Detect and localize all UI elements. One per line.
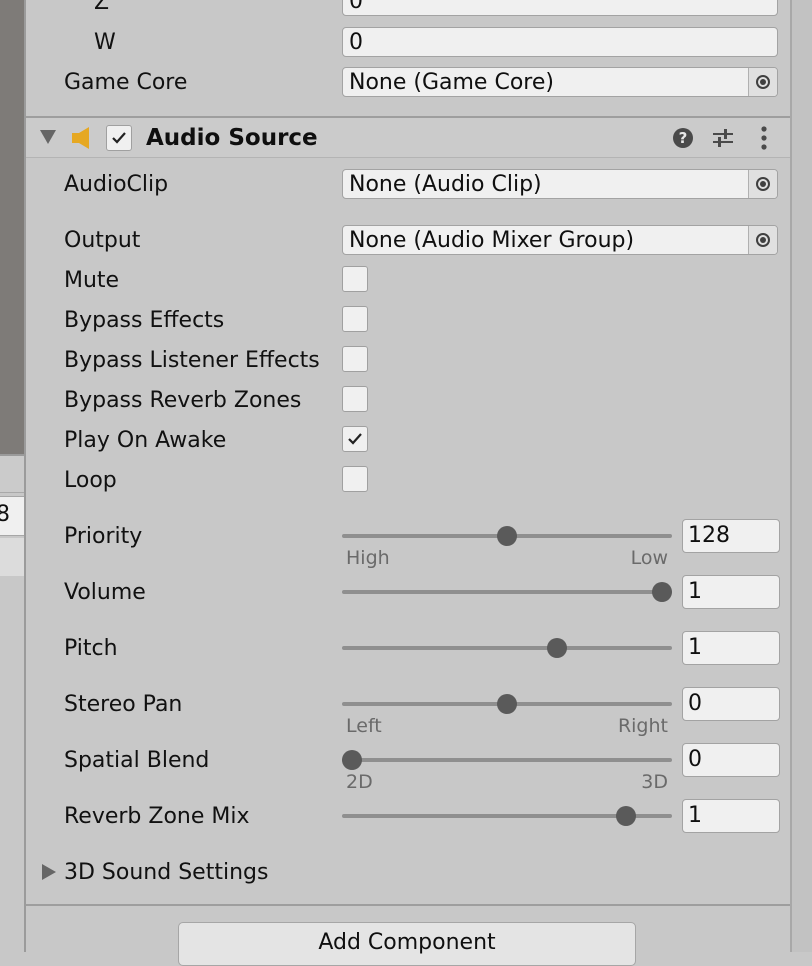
speaker-icon — [70, 125, 96, 155]
game-core-field[interactable]: None (Game Core) — [342, 67, 778, 97]
reverb-zone-mix-input[interactable]: 1 — [682, 799, 780, 833]
sound-settings-foldout[interactable]: 3D Sound Settings — [64, 858, 268, 888]
priority-slider-thumb[interactable] — [497, 526, 517, 546]
spatial-blend-input[interactable]: 0 — [682, 743, 780, 777]
loop-label: Loop — [64, 468, 117, 493]
z-field[interactable]: 0 — [342, 0, 778, 16]
w-field[interactable]: 0 — [342, 27, 778, 57]
play-on-awake-label: Play On Awake — [64, 428, 227, 453]
volume-slider-thumb[interactable] — [652, 582, 672, 602]
left-panel-row[interactable] — [0, 538, 24, 577]
priority-label: Priority — [64, 524, 143, 549]
spatial-blend-max-label: 3D — [641, 771, 668, 793]
spatial-blend-label: Spatial Blend — [64, 748, 210, 773]
loop-checkbox[interactable] — [342, 466, 368, 492]
pitch-slider-thumb[interactable] — [546, 638, 567, 658]
object-picker-icon[interactable] — [748, 170, 777, 198]
priority-min-label: High — [346, 547, 390, 569]
output-label: Output — [64, 228, 141, 253]
bypass-effects-label: Bypass Effects — [64, 308, 225, 333]
reverb-zone-mix-label: Reverb Zone Mix — [64, 804, 250, 829]
left-panel-background — [0, 0, 24, 454]
spatial-blend-min-label: 2D — [346, 771, 373, 793]
left-panel-value: 8 — [0, 502, 10, 527]
inspector-scrollbar[interactable] — [790, 0, 812, 952]
component-enabled-checkbox[interactable] — [106, 125, 132, 151]
mute-label: Mute — [64, 268, 120, 293]
audioclip-label: AudioClip — [64, 172, 169, 197]
spatial-blend-slider-thumb[interactable] — [342, 750, 362, 770]
svg-text:?: ? — [679, 129, 688, 147]
audio-source-header[interactable]: Audio Source ? — [26, 116, 790, 158]
pitch-slider-track[interactable] — [342, 646, 672, 650]
play-on-awake-checkbox[interactable] — [342, 426, 368, 452]
stereo-pan-input[interactable]: 0 — [682, 687, 780, 721]
bypass-reverb-zones-checkbox[interactable] — [342, 386, 368, 412]
bypass-effects-checkbox[interactable] — [342, 306, 368, 332]
object-picker-icon[interactable] — [748, 226, 777, 254]
output-field[interactable]: None (Audio Mixer Group) — [342, 225, 778, 255]
bypass-reverb-zones-label: Bypass Reverb Zones — [64, 388, 302, 413]
volume-label: Volume — [64, 580, 146, 605]
bypass-listener-effects-label: Bypass Listener Effects — [64, 348, 320, 373]
output-value: None (Audio Mixer Group) — [349, 228, 635, 253]
component-title: Audio Source — [146, 125, 318, 151]
spatial-blend-slider-track[interactable] — [342, 758, 672, 762]
left-panel-field[interactable]: 8 — [0, 496, 25, 536]
w-label: W — [94, 30, 116, 55]
priority-input[interactable]: 128 — [682, 519, 780, 553]
audioclip-field[interactable]: None (Audio Clip) — [342, 169, 778, 199]
stereo-pan-min-label: Left — [346, 715, 382, 737]
bypass-listener-effects-checkbox[interactable] — [342, 346, 368, 372]
kebab-menu-icon[interactable] — [760, 126, 768, 154]
left-panel-tab[interactable] — [0, 456, 24, 493]
stereo-pan-slider-thumb[interactable] — [497, 694, 517, 714]
game-core-label: Game Core — [64, 70, 188, 95]
priority-max-label: Low — [630, 547, 668, 569]
stereo-pan-max-label: Right — [617, 715, 668, 737]
component-divider — [26, 904, 790, 906]
pitch-input[interactable]: 1 — [682, 631, 780, 665]
volume-slider-track[interactable] — [342, 590, 672, 594]
stereo-pan-label: Stereo Pan — [64, 692, 183, 717]
volume-input[interactable]: 1 — [682, 575, 780, 609]
presets-icon[interactable] — [712, 127, 734, 153]
help-icon[interactable]: ? — [672, 127, 694, 153]
audioclip-value: None (Audio Clip) — [349, 172, 542, 197]
object-picker-icon[interactable] — [748, 68, 777, 96]
foldout-arrow-icon[interactable] — [40, 130, 56, 144]
add-component-button[interactable]: Add Component — [178, 922, 636, 966]
pitch-label: Pitch — [64, 636, 118, 661]
left-panel-rest — [0, 576, 24, 952]
foldout-collapsed-icon[interactable] — [42, 864, 56, 880]
game-core-value: None (Game Core) — [349, 70, 554, 95]
z-label: Z — [94, 0, 110, 15]
mute-checkbox[interactable] — [342, 266, 368, 292]
